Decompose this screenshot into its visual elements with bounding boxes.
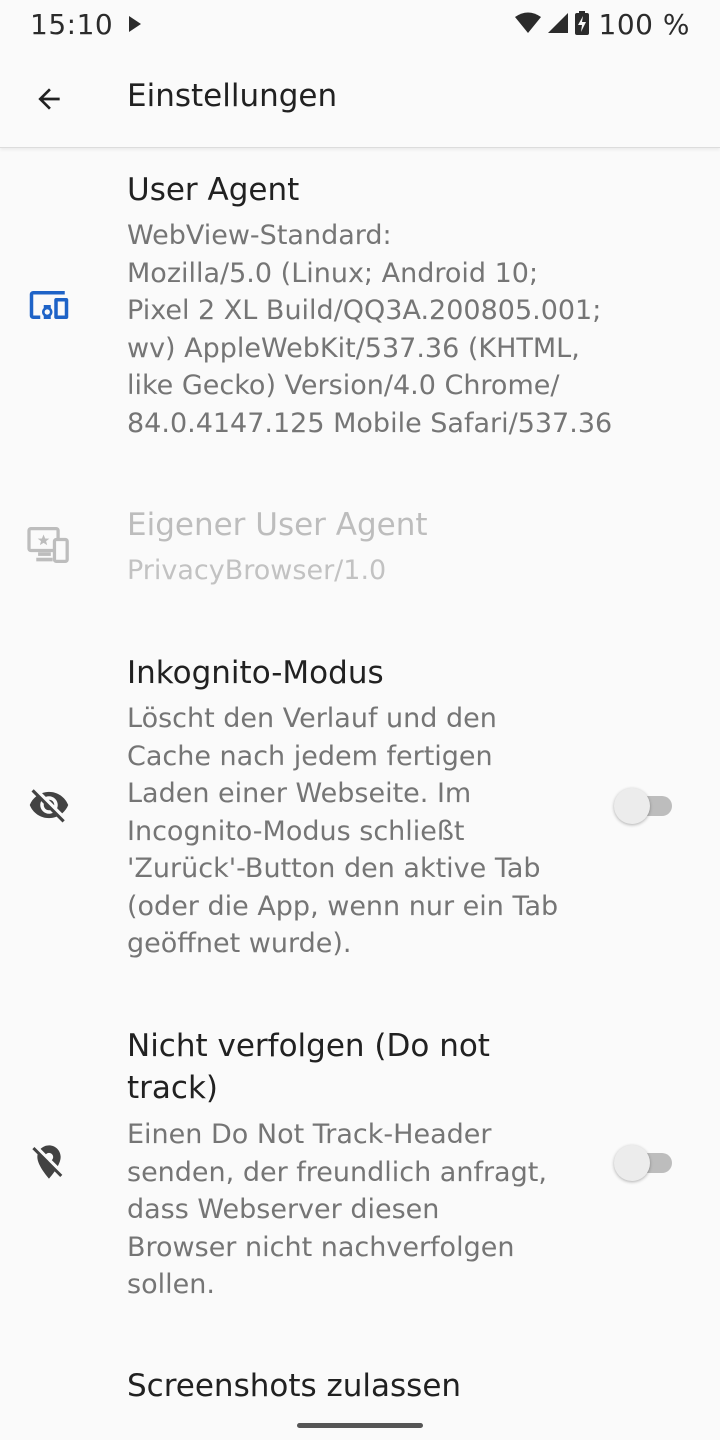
incognito-switch[interactable] [614, 785, 676, 825]
summary-line: sollen. [127, 1269, 215, 1300]
do-not-track-switch[interactable] [614, 1142, 676, 1182]
status-bar: 15:10 100 % [0, 0, 720, 52]
summary-line: geöffnet wurde). [127, 928, 352, 959]
pref-summary: PrivacyBrowser/1.0 [127, 555, 387, 586]
summary-line: Mozilla/5.0 (Linux; Android 10; [127, 257, 539, 289]
pref-title: Screenshots zulassen [127, 1368, 462, 1404]
summary-line: (oder die App, wenn nur ein Tab [127, 890, 559, 922]
wifi-icon [514, 12, 541, 38]
switch-thumb [614, 1145, 650, 1181]
summary-line: Laden einer Webseite. Im [127, 778, 472, 809]
cell-signal-icon [547, 12, 569, 38]
home-indicator[interactable] [297, 1423, 423, 1428]
status-time: 15:10 [30, 8, 114, 41]
page-title: Einstellungen [127, 78, 338, 114]
summary-line: WebView-Standard: [127, 220, 392, 251]
summary-line: 'Zurück'-Button den aktive Tab [127, 853, 541, 884]
app-bar: Einstellungen [0, 52, 720, 148]
settings-screen: 15:10 100 % Einstellungen User Agent Web… [0, 0, 720, 1440]
switch-thumb [614, 788, 650, 824]
pref-incognito-mode[interactable]: Inkognito-Modus Löscht den Verlauf und d… [0, 640, 720, 980]
summary-line: wv) AppleWebKit/537.36 (KHTML, [127, 332, 580, 364]
pref-do-not-track[interactable]: Nicht verfolgen (Do not track) Einen Do … [0, 1010, 720, 1310]
summary-line: Browser nicht nachverfolgen [127, 1231, 515, 1263]
pref-title: Inkognito-Modus [127, 655, 384, 691]
arrow-back-icon [33, 83, 65, 119]
summary-line: Incognito-Modus schließt [127, 815, 465, 847]
battery-percent: 100 % [598, 8, 690, 41]
summary-line: senden, der freundlich anfragt, [127, 1156, 547, 1188]
visibility-off-icon [24, 780, 74, 830]
pref-user-agent[interactable]: User Agent WebView-Standard: Mozilla/5.0… [0, 150, 720, 470]
summary-line: like Gecko) Version/4.0 Chrome/ [127, 370, 560, 401]
status-icons: 100 % [514, 8, 690, 41]
summary-line: Pixel 2 XL Build/QQ3A.200805.001; [127, 295, 602, 326]
pref-title: Eigener User Agent [127, 507, 428, 543]
summary-line: Löscht den Verlauf und den [127, 703, 497, 734]
battery-charging-icon [574, 10, 589, 39]
pref-title-line: Nicht verfolgen (Do not [127, 1028, 490, 1064]
pref-custom-user-agent: Eigener User Agent PrivacyBrowser/1.0 [0, 490, 720, 610]
location-off-icon [24, 1137, 74, 1187]
summary-line: dass Webserver diesen [127, 1194, 440, 1225]
back-button[interactable] [22, 74, 76, 128]
pref-title-line: track) [127, 1070, 218, 1106]
media-play-icon [128, 15, 142, 37]
devices-icon [24, 280, 74, 330]
summary-line: Einen Do Not Track-Header [127, 1119, 492, 1150]
custom-display-icon [24, 520, 74, 570]
summary-line: 84.0.4147.125 Mobile Safari/537.36 [127, 407, 613, 439]
pref-title: User Agent [127, 172, 300, 208]
summary-line: Cache nach jedem fertigen [127, 740, 493, 772]
